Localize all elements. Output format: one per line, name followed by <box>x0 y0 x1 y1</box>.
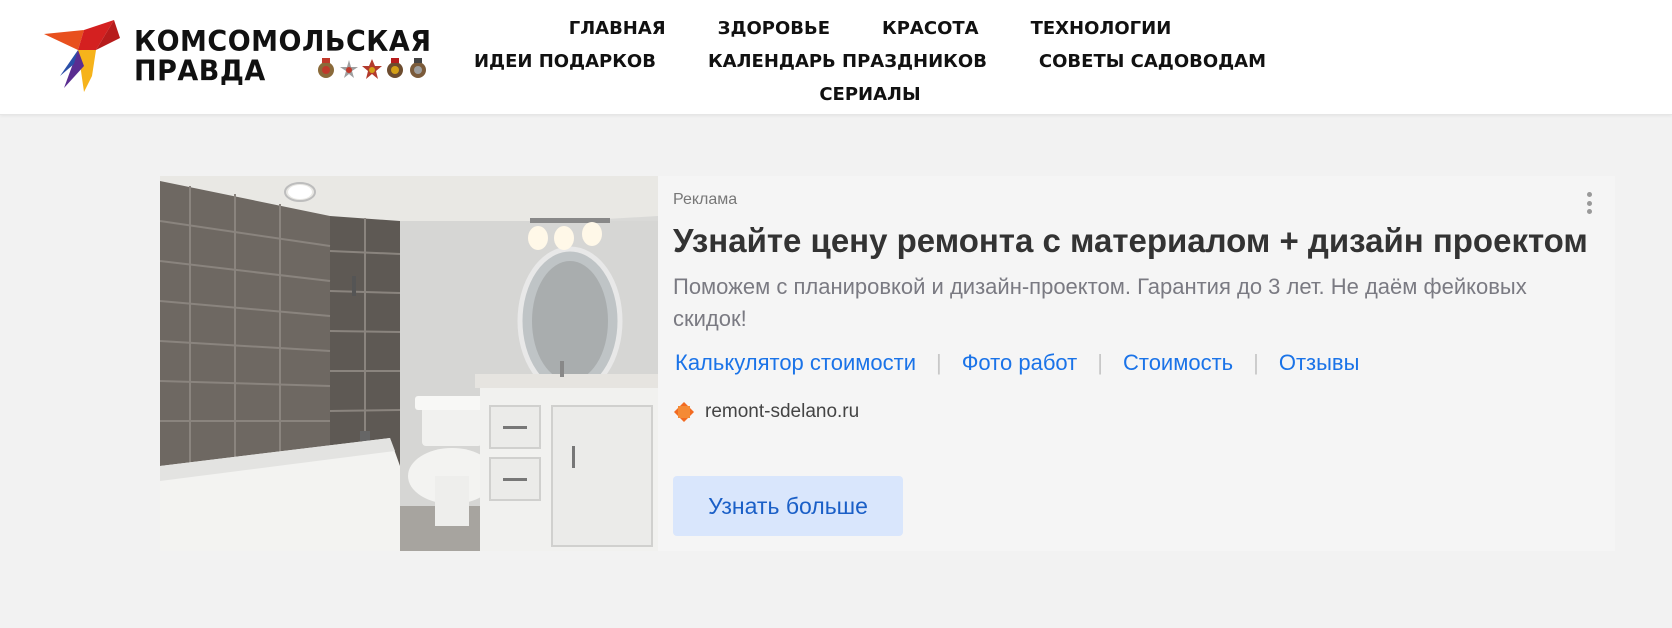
nav-item-main[interactable]: ГЛАВНАЯ <box>569 12 666 45</box>
ad-label: Реклама <box>673 191 738 208</box>
ad-image[interactable] <box>160 176 658 551</box>
bathroom-photo <box>160 176 658 551</box>
medal-icon <box>318 58 334 78</box>
ad-block[interactable]: Реклама Узнайте цену ремонта с материало… <box>160 176 1615 551</box>
nav-item-beauty[interactable]: КРАСОТА <box>882 12 979 45</box>
ad-link-reviews[interactable]: Отзывы <box>1279 350 1360 376</box>
nav-item-gardening-tips[interactable]: СОВЕТЫ САДОВОДАМ <box>1039 45 1266 78</box>
ad-link-price[interactable]: Стоимость <box>1123 350 1233 376</box>
medal-icon <box>362 59 382 79</box>
link-separator: | <box>935 350 942 375</box>
site-favicon-icon <box>674 402 694 422</box>
medal-icon <box>387 58 403 78</box>
nav-row-1: ГЛАВНАЯ ЗДОРОВЬЕ КРАСОТА ТЕХНОЛОГИИ <box>440 12 1300 45</box>
bird-logo-icon <box>44 20 120 92</box>
nav-row-2: ИДЕИ ПОДАРКОВ КАЛЕНДАРЬ ПРАЗДНИКОВ СОВЕТ… <box>440 45 1300 78</box>
ad-title[interactable]: Узнайте цену ремонта с материалом + диза… <box>673 222 1588 260</box>
nav-item-technology[interactable]: ТЕХНОЛОГИИ <box>1031 12 1172 45</box>
nav-item-gift-ideas[interactable]: ИДЕИ ПОДАРКОВ <box>474 45 656 78</box>
ad-link-photos[interactable]: Фото работ <box>962 350 1078 376</box>
link-separator: | <box>1253 350 1259 375</box>
site-header: КОМСОМОЛЬСКАЯ ПРАВДА ГЛАВНАЯ ЗДОРОВЬЕ КР… <box>0 0 1672 115</box>
ad-domain-text: remont-sdelano.ru <box>705 401 860 422</box>
medals <box>316 58 428 80</box>
nav-item-health[interactable]: ЗДОРОВЬЕ <box>718 12 830 45</box>
logo-line-1: КОМСОМОЛЬСКАЯ <box>134 25 432 59</box>
medal-icon <box>410 58 426 78</box>
ad-description: Поможем с планировкой и дизайн-проектом.… <box>673 274 1527 331</box>
nav-item-holiday-calendar[interactable]: КАЛЕНДАРЬ ПРАЗДНИКОВ <box>708 45 987 78</box>
ad-options-menu-icon[interactable] <box>1580 188 1598 218</box>
learn-more-button[interactable]: Узнать больше <box>673 476 903 536</box>
nav-item-series[interactable]: СЕРИАЛЫ <box>819 78 920 111</box>
medal-icon <box>340 60 358 78</box>
main-nav: ГЛАВНАЯ ЗДОРОВЬЕ КРАСОТА ТЕХНОЛОГИИ ИДЕИ… <box>440 12 1300 111</box>
link-separator: | <box>1097 350 1103 375</box>
ad-content: Реклама Узнайте цену ремонта с материало… <box>673 176 1598 551</box>
ad-domain[interactable]: remont-sdelano.ru <box>673 401 859 423</box>
nav-row-3: СЕРИАЛЫ <box>440 78 1300 111</box>
ad-link-calculator[interactable]: Калькулятор стоимости <box>675 350 916 376</box>
site-logo[interactable]: КОМСОМОЛЬСКАЯ ПРАВДА <box>44 20 431 92</box>
ad-sitelinks: Калькулятор стоимости | Фото работ | Сто… <box>675 350 1359 376</box>
